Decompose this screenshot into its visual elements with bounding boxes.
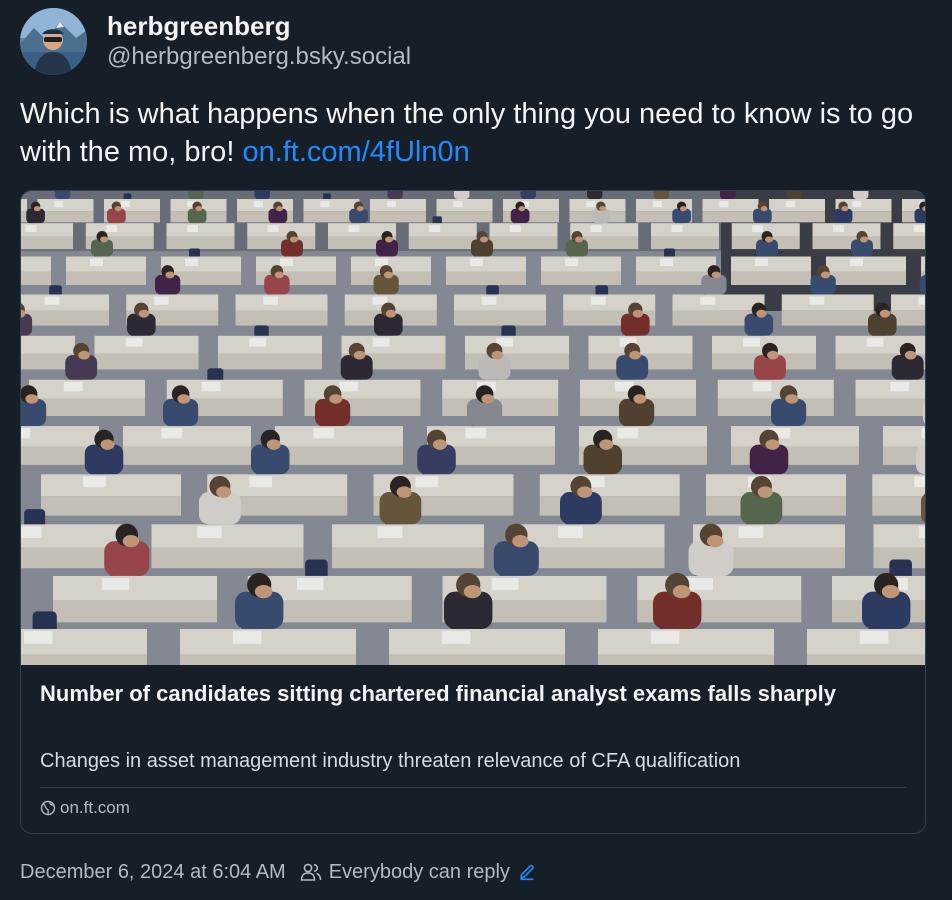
reply-setting-label: Everybody can reply xyxy=(328,860,510,883)
post-link[interactable]: on.ft.com/4fUln0n xyxy=(242,136,469,168)
card-title[interactable]: Number of candidates sitting chartered f… xyxy=(40,678,880,710)
globe-icon xyxy=(40,800,56,816)
reply-settings[interactable]: Everybody can reply xyxy=(300,861,543,884)
author-handle[interactable]: @herbgreenberg.bsky.social xyxy=(107,42,411,72)
link-card[interactable]: Number of candidates sitting chartered f… xyxy=(20,190,926,834)
card-description: Changes in asset management industry thr… xyxy=(40,750,741,772)
post-text: Which is what happens when the only thin… xyxy=(20,95,932,171)
card-image[interactable] xyxy=(21,191,925,665)
card-divider xyxy=(40,787,906,788)
post: herbgreenberg @herbgreenberg.bsky.social… xyxy=(0,0,952,900)
pencil-icon[interactable] xyxy=(518,863,543,881)
post-meta: December 6, 2024 at 6:04 AM Everybody ca… xyxy=(20,857,543,887)
card-domain-label: on.ft.com xyxy=(60,798,130,817)
avatar[interactable] xyxy=(20,8,87,75)
people-icon xyxy=(300,863,322,881)
author-display-name[interactable]: herbgreenberg xyxy=(107,10,291,42)
card-domain: on.ft.com xyxy=(40,796,130,820)
post-timestamp[interactable]: December 6, 2024 at 6:04 AM xyxy=(20,861,286,884)
